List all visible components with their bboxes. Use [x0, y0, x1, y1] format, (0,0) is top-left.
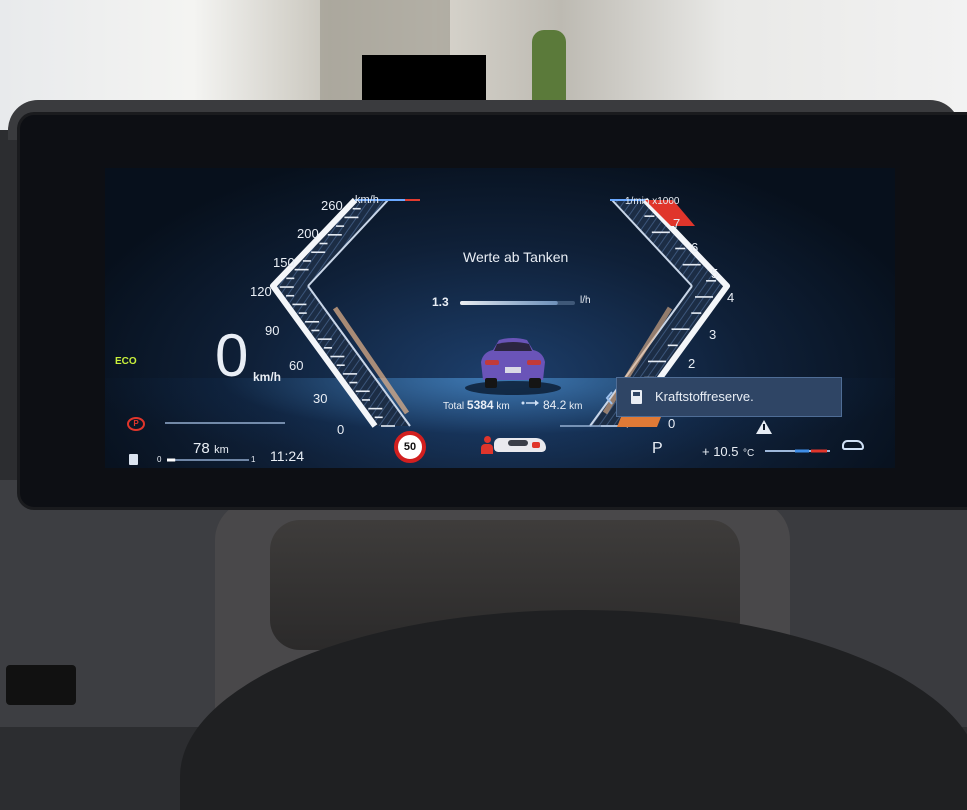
rpm-unit-label: 1/min x1000 — [625, 196, 680, 207]
tachometer-tick-label: 2 — [688, 356, 696, 371]
speed-value-unit: km/h — [253, 370, 282, 384]
tachometer-tick-label: 7 — [673, 216, 681, 231]
temperature-unit: °C — [742, 448, 755, 459]
clock-time: 11:24 — [270, 448, 304, 464]
range-number: 78 — [193, 440, 210, 457]
light-switch-panel — [6, 665, 76, 705]
cluster-graphics — [165, 197, 830, 462]
fuel-pump-icon — [631, 390, 642, 404]
speedometer-tick-label: 0 — [337, 422, 345, 437]
range-unit: km — [214, 444, 229, 456]
warning-triangle-icon — [756, 420, 772, 434]
tachometer-tick-label: 4 — [727, 290, 735, 305]
tachometer-tick-label: 6 — [691, 240, 699, 255]
fuel-pump-icon — [129, 454, 138, 465]
parking-brake-icon: P — [127, 417, 145, 431]
outside-temperature: + 10.5 °C — [702, 443, 754, 461]
trip-unit: km — [569, 401, 583, 412]
gear-indicator: P — [652, 440, 663, 457]
fuel-reserve-notification[interactable]: Kraftstoffreserve. — [616, 377, 842, 417]
speedometer-tick-label: 60 — [289, 358, 304, 373]
bottom-accent-orange — [617, 417, 661, 427]
speed-value: 0 — [215, 322, 249, 389]
tachometer-tick-label: 5 — [711, 266, 719, 281]
route-arrow-icon — [521, 400, 539, 406]
cluster-screen: km/h 260 200 150 120 90 60 30 0 0 km/h 1/min x1… — [105, 168, 895, 468]
eco-mode-label: ECO — [115, 356, 137, 367]
center-title: Werte ab Tanken — [463, 249, 569, 265]
fuel-scale-min: 0 — [157, 455, 162, 464]
speedometer-gauge — [270, 197, 420, 428]
speedometer-tick-label: 120 — [250, 284, 272, 299]
seatbelt-warning-icon — [481, 436, 493, 454]
temperature-value: + 10.5 — [702, 444, 739, 459]
car-illustration — [465, 338, 561, 395]
speed-limit-sign: 50 — [394, 431, 426, 463]
notification-text: Kraftstoffreserve. — [655, 389, 754, 404]
fuel-scale-max: 1 — [251, 455, 256, 464]
trip-distance: 84.2 km — [543, 398, 582, 412]
background-person — [532, 30, 566, 105]
consumption-bar — [460, 301, 575, 305]
speed-unit-label: km/h — [355, 194, 379, 206]
car-status-icon — [842, 440, 864, 450]
tachometer-tick-label: 0 — [668, 416, 676, 431]
speedometer-tick-label: 30 — [313, 391, 328, 406]
sport-car-icon — [494, 438, 546, 452]
speedometer-tick-label: 200 — [297, 226, 319, 241]
total-label: Total — [443, 401, 465, 412]
total-distance: Total 5384 km — [443, 398, 510, 412]
consumption-unit: l/h — [580, 295, 591, 306]
total-value: 5384 — [466, 398, 494, 412]
trip-value: 84.2 — [543, 398, 567, 412]
range-value: 78 km — [193, 440, 229, 458]
speedometer-tick-label: 150 — [273, 255, 295, 270]
speedometer-tick-label: 260 — [321, 198, 343, 213]
consumption-value: 1.3 — [432, 295, 449, 309]
tachometer-tick-label: 3 — [709, 327, 717, 342]
speedometer-tick-label: 90 — [265, 323, 280, 338]
total-unit: km — [496, 401, 510, 412]
